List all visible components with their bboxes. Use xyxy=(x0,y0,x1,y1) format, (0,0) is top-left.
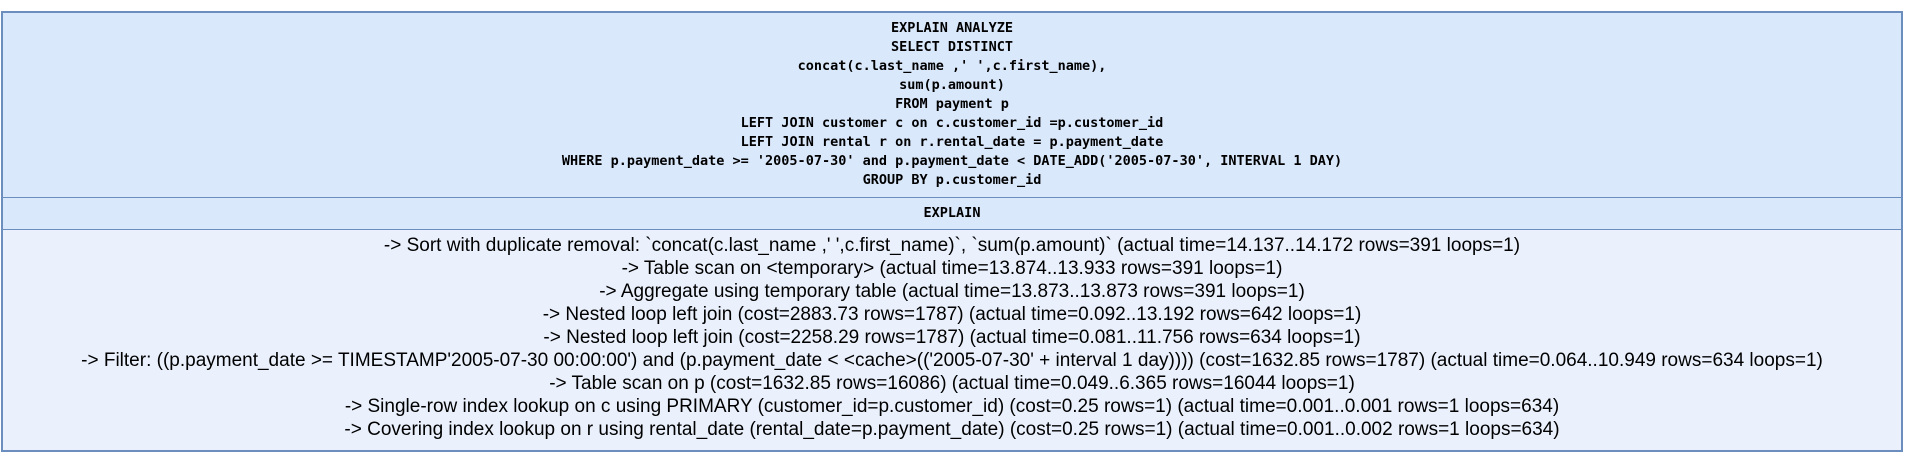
plan-line: -> Filter: ((p.payment_date >= TIMESTAMP… xyxy=(81,350,1823,371)
query-line: FROM payment p xyxy=(895,96,1009,112)
query-line: concat(c.last_name ,' ',c.first_name), xyxy=(797,58,1107,74)
query-line: WHERE p.payment_date >= '2005-07-30' and… xyxy=(561,153,1343,169)
query-plan-cell: -> Sort with duplicate removal: `concat(… xyxy=(3,230,1901,450)
plan-line: -> Nested loop left join (cost=2258.29 r… xyxy=(543,327,1361,348)
plan-line: -> Table scan on p (cost=1632.85 rows=16… xyxy=(549,373,1355,394)
plan-line: -> Aggregate using temporary table (actu… xyxy=(599,281,1305,302)
query-line: GROUP BY p.customer_id xyxy=(862,172,1042,188)
plan-line: -> Nested loop left join (cost=2883.73 r… xyxy=(542,304,1362,325)
explain-analyze-table: EXPLAIN ANALYZE SELECT DISTINCT concat(c… xyxy=(1,11,1903,452)
sql-query-cell: EXPLAIN ANALYZE SELECT DISTINCT concat(c… xyxy=(3,13,1901,198)
plan-line: -> Single-row index lookup on c using PR… xyxy=(344,396,1560,417)
plan-line: -> Sort with duplicate removal: `concat(… xyxy=(383,235,1521,256)
query-line: sum(p.amount) xyxy=(899,77,1005,93)
plan-line: -> Table scan on <temporary> (actual tim… xyxy=(621,258,1283,279)
query-line: LEFT JOIN rental r on r.rental_date = p.… xyxy=(740,134,1164,150)
explain-header: EXPLAIN xyxy=(3,198,1901,230)
plan-line: -> Covering index lookup on r using rent… xyxy=(344,419,1560,440)
query-line: EXPLAIN ANALYZE xyxy=(891,20,1013,36)
query-line: LEFT JOIN customer c on c.customer_id =p… xyxy=(740,115,1164,131)
query-line: SELECT DISTINCT xyxy=(891,39,1013,55)
